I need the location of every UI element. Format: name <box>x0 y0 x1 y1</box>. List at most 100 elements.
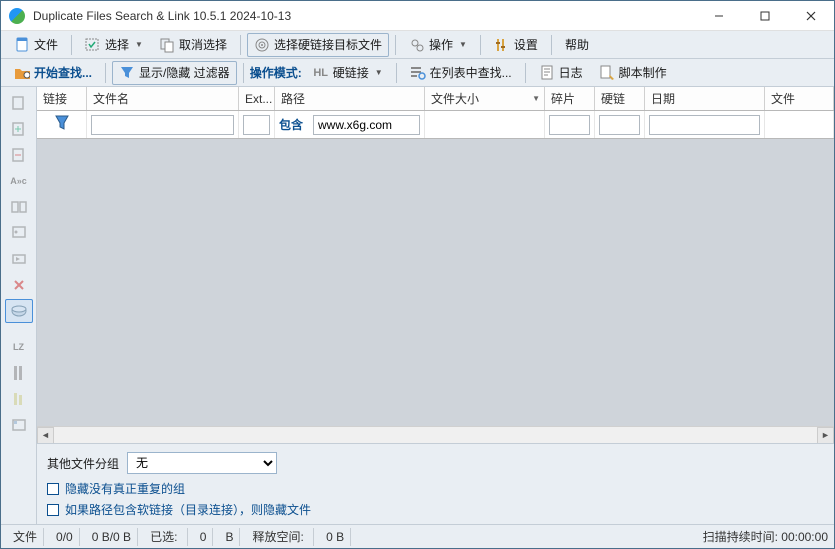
choose-hardlink-label: 选择硬链接目标文件 <box>274 36 382 53</box>
status-free-space: 释放空间: <box>246 528 314 546</box>
list-search-icon <box>410 65 426 81</box>
help-label: 帮助 <box>565 36 589 53</box>
filter-date-input[interactable] <box>649 115 760 135</box>
toggle-filter-button[interactable]: 显示/隐藏 过滤器 <box>112 61 237 85</box>
select-icon <box>85 37 101 53</box>
hide-softlink-checkbox[interactable]: 如果路径包含软链接（目录连接），则隐藏文件 <box>47 501 824 518</box>
script-icon <box>599 65 615 81</box>
filter-filename[interactable] <box>87 111 239 138</box>
status-scan-duration: 扫描持续时间: 00:00:00 <box>703 528 828 545</box>
bottom-panel: 其他文件分组 无 隐藏没有真正重复的组 如果路径包含软链接（目录连接），则隐藏文… <box>37 443 834 524</box>
sidebar-btn-abc[interactable]: A»c <box>5 169 33 193</box>
hide-softlink-label: 如果路径包含软链接（目录连接），则隐藏文件 <box>65 501 311 518</box>
group-select[interactable]: 无 <box>127 452 277 474</box>
start-search-label: 开始查找... <box>34 64 92 81</box>
col-hardlink[interactable]: 硬链 <box>595 87 645 110</box>
sidebar-btn-1[interactable] <box>5 91 33 115</box>
toolbar-main: 文件 选择▼ 取消选择 选择硬链接目标文件 操作▼ 设置 帮助 <box>1 31 834 59</box>
file-icon <box>14 37 30 53</box>
log-icon <box>539 65 555 81</box>
sidebar-btn-8[interactable] <box>5 273 33 297</box>
col-path[interactable]: 路径 <box>275 87 425 110</box>
sidebar-btn-2[interactable] <box>5 117 33 141</box>
grid-filter-row: 包含 <box>37 111 834 139</box>
close-button[interactable] <box>788 1 834 31</box>
separator <box>243 63 244 83</box>
separator <box>480 35 481 55</box>
sidebar: A»c LZ <box>1 87 37 524</box>
col-size[interactable]: 文件大小▼ <box>425 87 545 110</box>
status-free-space-value: 0 B <box>320 528 351 546</box>
status-selected: 已选: <box>144 528 188 546</box>
col-file[interactable]: 文件 <box>765 87 834 110</box>
filter-ext[interactable] <box>239 111 275 138</box>
col-filename[interactable]: 文件名 <box>87 87 239 110</box>
hardlink-label: 硬链接 <box>333 64 369 81</box>
sidebar-btn-lz[interactable]: LZ <box>5 335 33 359</box>
filter-path-input[interactable] <box>313 115 420 135</box>
toggle-filter-label: 显示/隐藏 过滤器 <box>139 64 230 81</box>
scroll-left-icon[interactable]: ◄ <box>37 427 54 444</box>
deselect-label: 取消选择 <box>179 36 227 53</box>
grid-body[interactable] <box>37 139 834 426</box>
hide-no-dup-checkbox[interactable]: 隐藏没有真正重复的组 <box>47 480 824 497</box>
settings-button[interactable]: 设置 <box>487 33 545 57</box>
status-files-label: 文件 <box>7 528 44 546</box>
hide-no-dup-label: 隐藏没有真正重复的组 <box>65 480 185 497</box>
find-in-list-button[interactable]: 在列表中查找... <box>403 61 519 85</box>
col-ext[interactable]: Ext... <box>239 87 275 110</box>
sidebar-btn-11[interactable] <box>5 361 33 385</box>
window-title: Duplicate Files Search & Link 10.5.1 202… <box>33 9 696 23</box>
sidebar-btn-active[interactable] <box>5 299 33 323</box>
log-button[interactable]: 日志 <box>532 61 590 85</box>
help-button[interactable]: 帮助 <box>558 33 596 57</box>
deselect-icon <box>159 37 175 53</box>
col-date[interactable]: 日期 <box>645 87 765 110</box>
hardlink-mode-button[interactable]: HL 硬链接▼ <box>306 61 390 85</box>
filter-hardlink[interactable] <box>595 111 645 138</box>
app-icon <box>9 8 25 24</box>
minimize-button[interactable] <box>696 1 742 31</box>
separator <box>396 63 397 83</box>
file-menu[interactable]: 文件 <box>7 33 65 57</box>
main-area: A»c LZ 链接 文件名 Ext... 路径 文件大小▼ 碎片 硬链 日期 文… <box>1 87 834 524</box>
select-label: 选择 <box>105 36 129 53</box>
col-fragment[interactable]: 碎片 <box>545 87 595 110</box>
filter-file <box>765 111 834 138</box>
filter-fragment-input[interactable] <box>549 115 590 135</box>
horizontal-scrollbar[interactable]: ◄ ► <box>37 426 834 443</box>
target-icon <box>254 37 270 53</box>
filter-fragment[interactable] <box>545 111 595 138</box>
find-in-list-label: 在列表中查找... <box>430 64 512 81</box>
sidebar-btn-7[interactable] <box>5 247 33 271</box>
filter-hardlink-input[interactable] <box>599 115 640 135</box>
separator <box>525 63 526 83</box>
separator <box>395 35 396 55</box>
start-search-button[interactable]: 开始查找... <box>7 61 99 85</box>
col-link[interactable]: 链接 <box>37 87 87 110</box>
folder-search-icon <box>14 65 30 81</box>
filter-ext-input[interactable] <box>243 115 270 135</box>
sidebar-btn-3[interactable] <box>5 143 33 167</box>
operate-menu[interactable]: 操作▼ <box>402 33 474 57</box>
filter-filename-input[interactable] <box>91 115 234 135</box>
deselect-menu[interactable]: 取消选择 <box>152 33 234 57</box>
sidebar-btn-5[interactable] <box>5 195 33 219</box>
status-selected-count: 0 <box>194 528 214 546</box>
sidebar-btn-13[interactable] <box>5 413 33 437</box>
operate-icon <box>409 37 425 53</box>
sidebar-btn-6[interactable] <box>5 221 33 245</box>
sidebar-btn-12[interactable] <box>5 387 33 411</box>
separator <box>551 35 552 55</box>
funnel-icon <box>119 65 135 81</box>
filter-date[interactable] <box>645 111 765 138</box>
maximize-button[interactable] <box>742 1 788 31</box>
script-make-button[interactable]: 脚本制作 <box>592 61 674 85</box>
choose-hardlink-target-button[interactable]: 选择硬链接目标文件 <box>247 33 389 57</box>
titlebar: Duplicate Files Search & Link 10.5.1 202… <box>1 1 834 31</box>
scroll-right-icon[interactable]: ► <box>817 427 834 444</box>
content: 链接 文件名 Ext... 路径 文件大小▼ 碎片 硬链 日期 文件 包含 <box>37 87 834 524</box>
filter-icon-cell <box>37 111 87 138</box>
funnel-icon <box>54 114 70 135</box>
select-menu[interactable]: 选择▼ <box>78 33 150 57</box>
